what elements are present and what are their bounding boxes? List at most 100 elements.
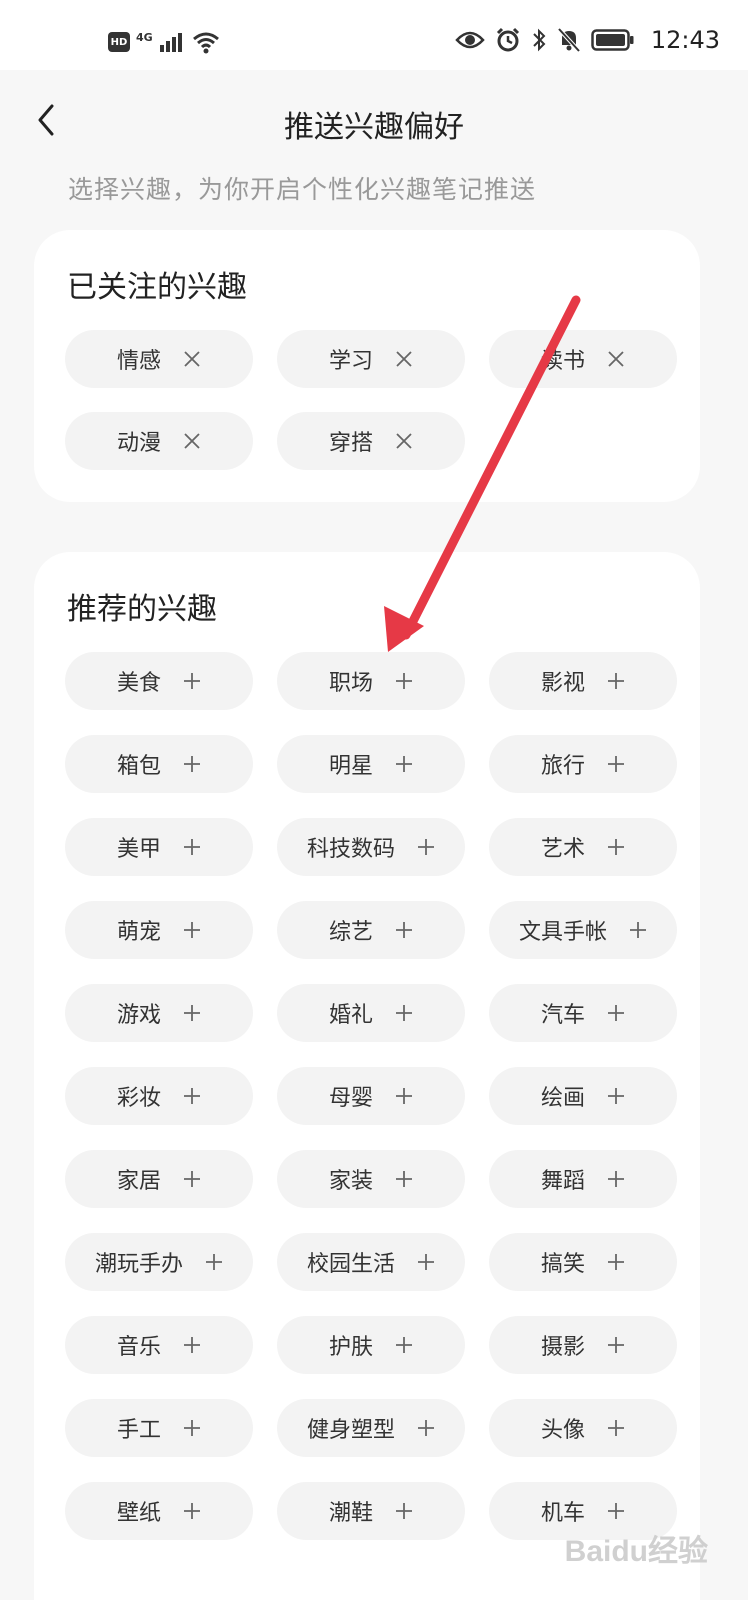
add-icon[interactable]	[629, 921, 647, 939]
recommended-tag[interactable]: 萌宠	[65, 901, 253, 959]
network-label: 4G	[136, 30, 153, 44]
add-icon[interactable]	[607, 1087, 625, 1105]
add-icon[interactable]	[607, 838, 625, 856]
tag-label: 旅行	[540, 754, 585, 779]
add-icon[interactable]	[607, 1253, 625, 1271]
remove-icon[interactable]	[183, 432, 201, 450]
add-icon[interactable]	[395, 921, 413, 939]
recommended-tag[interactable]: 绘画	[489, 1067, 677, 1125]
tag-label: 美食	[116, 671, 161, 696]
recommended-tag[interactable]: 音乐	[65, 1316, 253, 1374]
recommended-tag[interactable]: 摄影	[489, 1316, 677, 1374]
add-icon[interactable]	[183, 1004, 201, 1022]
tag-label: 护肤	[328, 1335, 373, 1360]
followed-tag[interactable]: 动漫	[65, 412, 253, 470]
recommended-tag[interactable]: 彩妆	[65, 1067, 253, 1125]
tag-label: 舞蹈	[540, 1169, 585, 1194]
tag-label: 摄影	[540, 1335, 585, 1360]
recommended-tag[interactable]: 科技数码	[277, 818, 465, 876]
add-icon[interactable]	[183, 838, 201, 856]
recommended-tag[interactable]: 游戏	[65, 984, 253, 1042]
recommended-tag[interactable]: 艺术	[489, 818, 677, 876]
remove-icon[interactable]	[607, 350, 625, 368]
add-icon[interactable]	[417, 1419, 435, 1437]
add-icon[interactable]	[395, 1502, 413, 1520]
add-icon[interactable]	[183, 921, 201, 939]
recommended-tag[interactable]: 头像	[489, 1399, 677, 1457]
recommended-tag[interactable]: 综艺	[277, 901, 465, 959]
add-icon[interactable]	[395, 1087, 413, 1105]
recommended-tag[interactable]: 手工	[65, 1399, 253, 1457]
recommended-tag[interactable]: 搞笑	[489, 1233, 677, 1291]
tag-label: 音乐	[116, 1335, 161, 1360]
recommended-tag[interactable]: 汽车	[489, 984, 677, 1042]
tag-label: 情感	[116, 349, 161, 374]
recommended-tag[interactable]: 护肤	[277, 1316, 465, 1374]
followed-tag[interactable]: 学习	[277, 330, 465, 388]
add-icon[interactable]	[607, 1336, 625, 1354]
recommended-tag[interactable]: 明星	[277, 735, 465, 793]
followed-tag[interactable]: 穿搭	[277, 412, 465, 470]
add-icon[interactable]	[607, 1419, 625, 1437]
remove-icon[interactable]	[395, 350, 413, 368]
recommended-tag[interactable]: 健身塑型	[277, 1399, 465, 1457]
recommended-tag[interactable]: 壁纸	[65, 1482, 253, 1540]
add-icon[interactable]	[183, 672, 201, 690]
page-title: 推送兴趣偏好	[284, 110, 464, 145]
add-icon[interactable]	[395, 672, 413, 690]
recommended-tag[interactable]: 美甲	[65, 818, 253, 876]
watermark-logo: Baidu经验	[564, 1535, 708, 1568]
add-icon[interactable]	[607, 1170, 625, 1188]
add-icon[interactable]	[395, 1336, 413, 1354]
recommended-tag[interactable]: 美食	[65, 652, 253, 710]
add-icon[interactable]	[417, 838, 435, 856]
recommended-tag[interactable]: 职场	[277, 652, 465, 710]
add-icon[interactable]	[183, 755, 201, 773]
add-icon[interactable]	[183, 1087, 201, 1105]
add-icon[interactable]	[607, 1004, 625, 1022]
tag-label: 潮玩手办	[94, 1252, 183, 1277]
remove-icon[interactable]	[183, 350, 201, 368]
status-left: HD 4G	[108, 30, 221, 54]
followed-tag-grid: 情感 学习 读书动漫 穿搭	[65, 330, 677, 470]
add-icon[interactable]	[607, 672, 625, 690]
recommended-tag[interactable]: 箱包	[65, 735, 253, 793]
followed-tag[interactable]: 情感	[65, 330, 253, 388]
tag-label: 彩妆	[116, 1086, 161, 1111]
recommended-tag[interactable]: 校园生活	[277, 1233, 465, 1291]
add-icon[interactable]	[205, 1253, 223, 1271]
followed-tag[interactable]: 读书	[489, 330, 677, 388]
recommended-tag[interactable]: 潮鞋	[277, 1482, 465, 1540]
wifi-icon	[192, 32, 219, 54]
add-icon[interactable]	[395, 1170, 413, 1188]
recommended-tag[interactable]: 家居	[65, 1150, 253, 1208]
recommended-tag[interactable]: 舞蹈	[489, 1150, 677, 1208]
tag-label: 美甲	[116, 837, 161, 862]
recommended-tag[interactable]: 家装	[277, 1150, 465, 1208]
add-icon[interactable]	[183, 1336, 201, 1354]
alarm-icon	[496, 27, 519, 52]
add-icon[interactable]	[183, 1419, 201, 1437]
tag-label: 穿搭	[328, 431, 373, 456]
recommended-tag[interactable]: 旅行	[489, 735, 677, 793]
recommended-tag[interactable]: 文具手帐	[489, 901, 677, 959]
recommended-tag-grid: 美食 职场 影视箱包 明星 旅行美甲 科技数码 艺术萌宠 综艺 文具手帐游戏 婚礼 汽车彩妆 母婴 绘画…	[65, 652, 677, 1540]
followed-interests-card: 已关注的兴趣 情感 学习 读书 动漫 穿搭	[34, 230, 700, 502]
remove-icon[interactable]	[395, 432, 413, 450]
eye-icon	[455, 31, 485, 49]
add-icon[interactable]	[183, 1502, 201, 1520]
add-icon[interactable]	[183, 1170, 201, 1188]
recommended-tag[interactable]: 潮玩手办	[65, 1233, 253, 1291]
add-icon[interactable]	[417, 1253, 435, 1271]
recommended-tag[interactable]: 影视	[489, 652, 677, 710]
add-icon[interactable]	[395, 1004, 413, 1022]
add-icon[interactable]	[607, 1502, 625, 1520]
signal-icon	[159, 33, 182, 52]
tag-label: 机车	[540, 1501, 585, 1526]
add-icon[interactable]	[395, 755, 413, 773]
recommended-tag[interactable]: 婚礼	[277, 984, 465, 1042]
tag-label: 影视	[540, 671, 585, 696]
recommended-tag[interactable]: 母婴	[277, 1067, 465, 1125]
tag-label: 箱包	[116, 754, 161, 779]
add-icon[interactable]	[607, 755, 625, 773]
